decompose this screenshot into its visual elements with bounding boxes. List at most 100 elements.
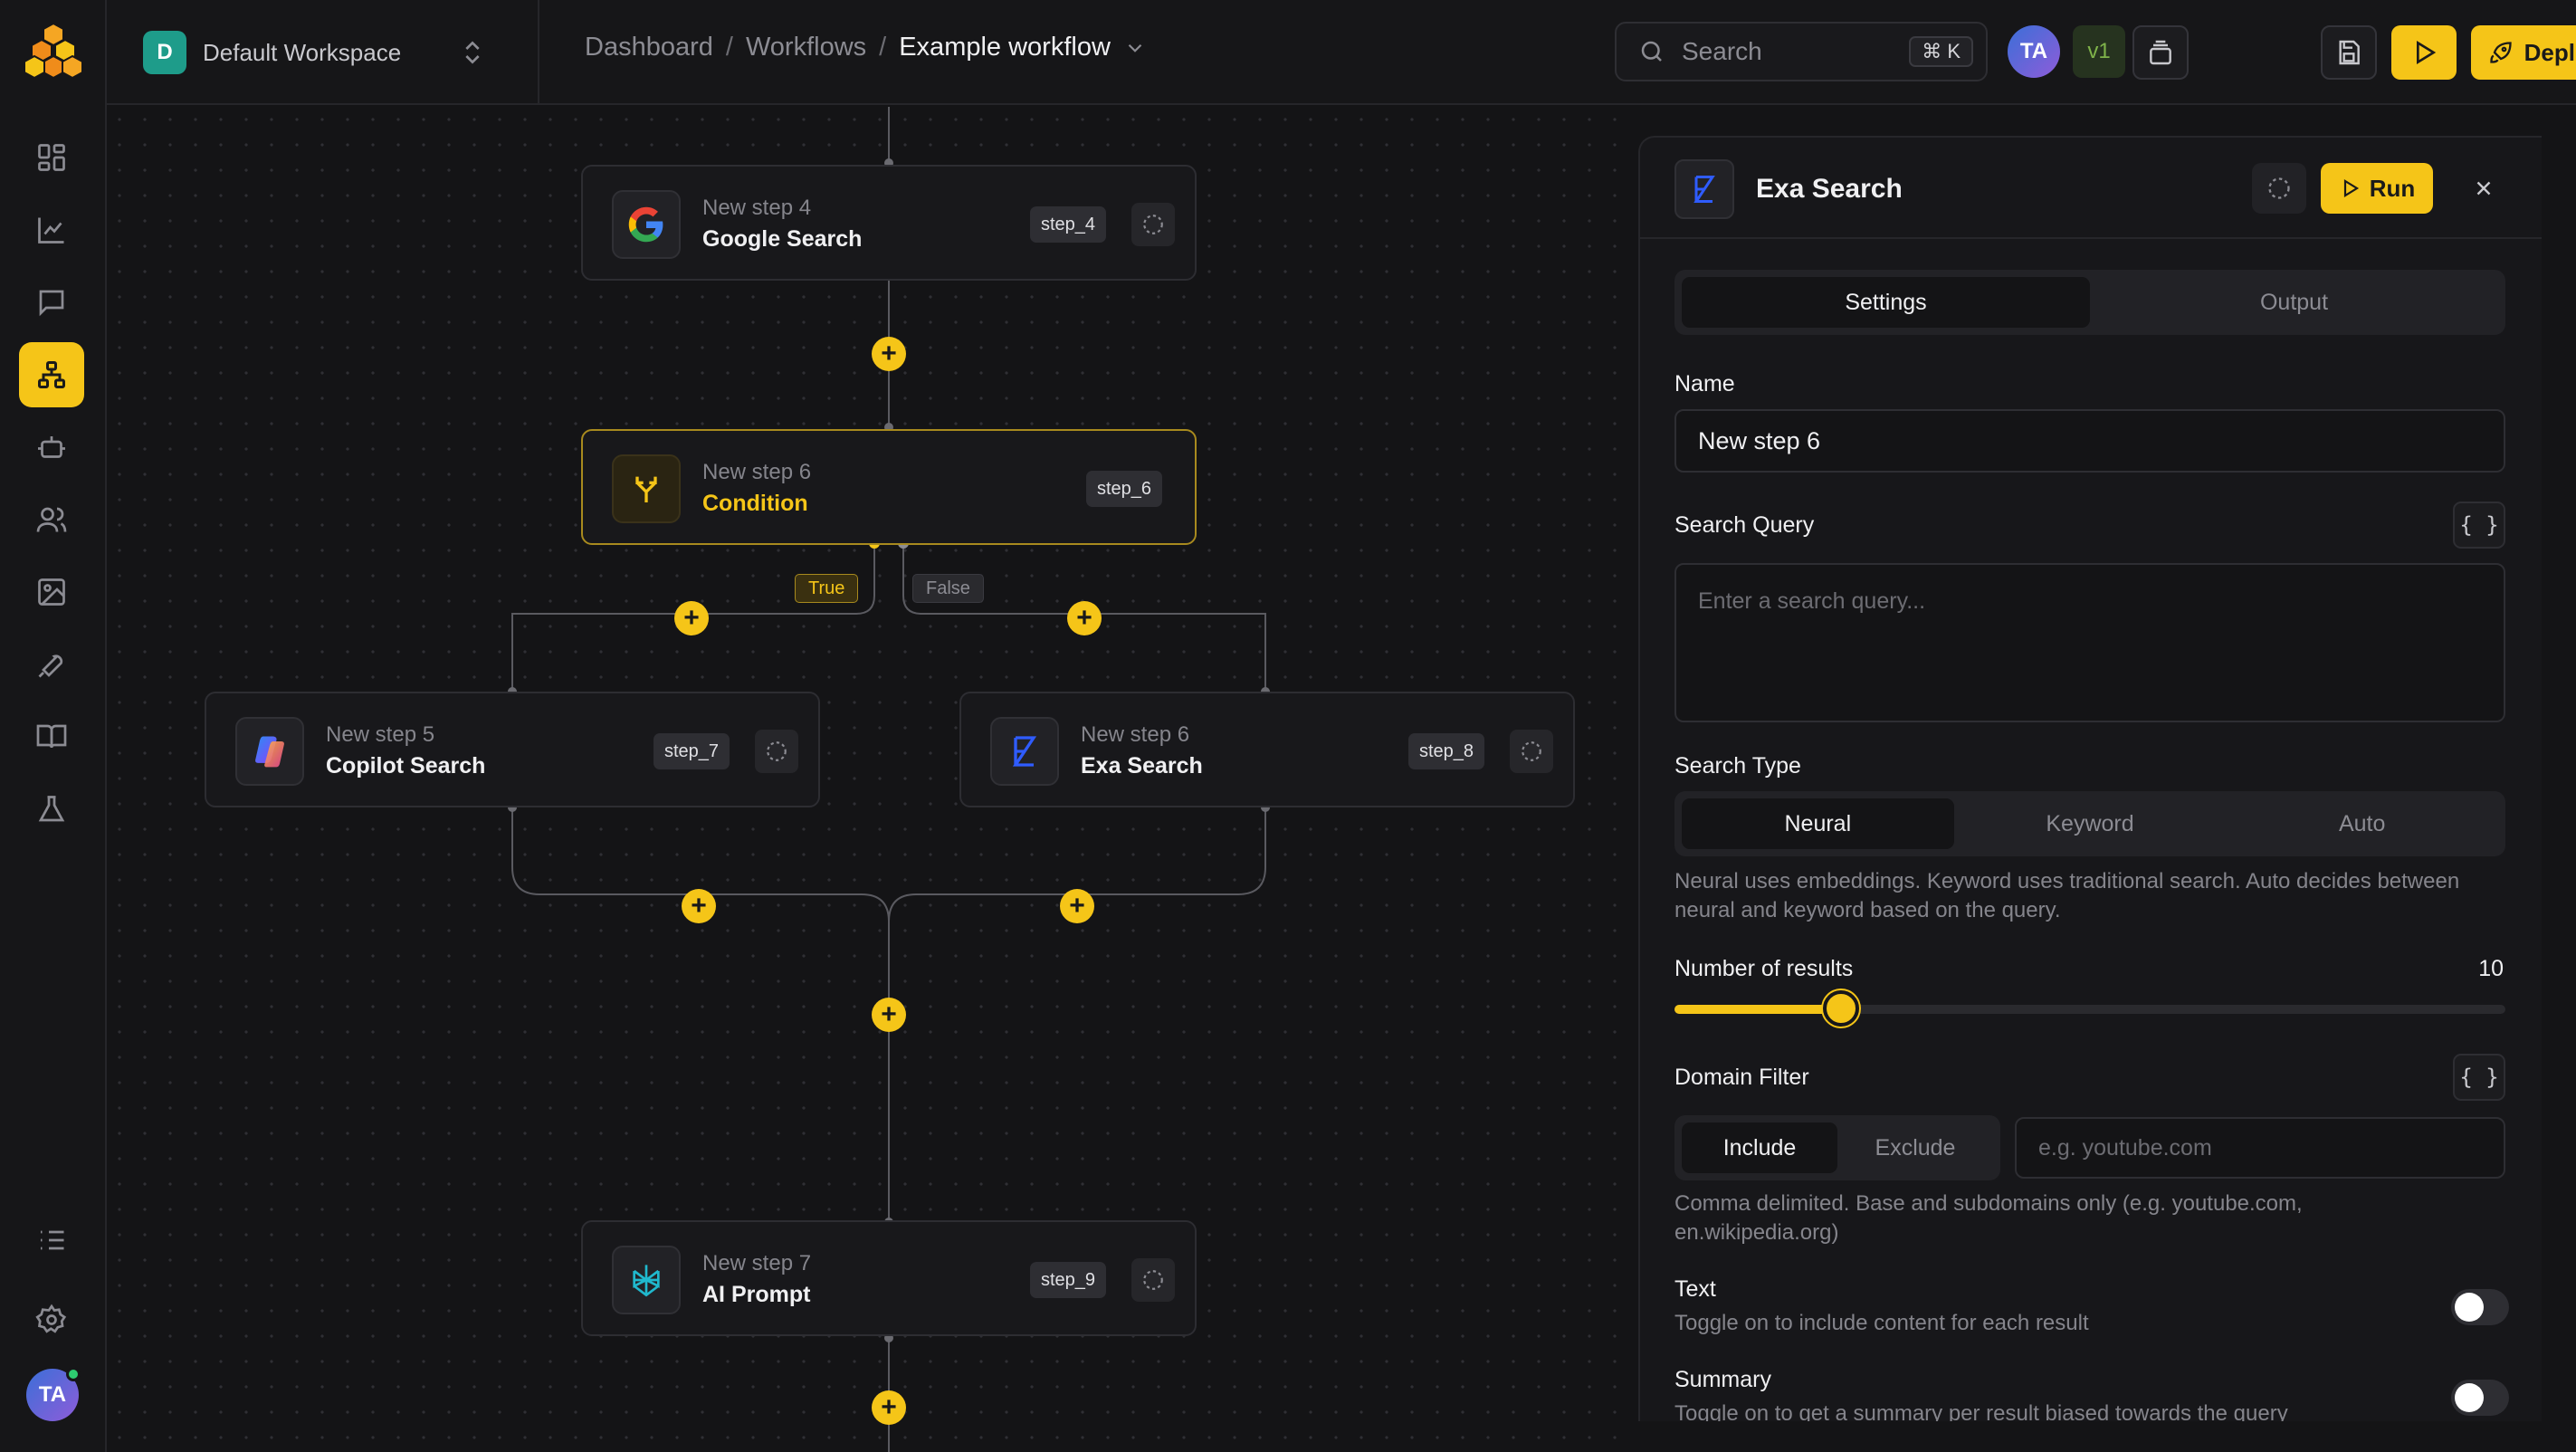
user-initials: TA	[38, 1382, 67, 1407]
online-status-dot	[66, 1367, 81, 1381]
domain-input[interactable]: e.g. youtube.com	[2015, 1117, 2505, 1179]
workflow-node-copilot-search[interactable]: New step 5 Copilot Search step_7	[205, 692, 820, 807]
sidebar-item-docs[interactable]	[19, 704, 84, 769]
play-icon	[2343, 179, 2359, 197]
sidebar-item-users[interactable]	[19, 487, 84, 552]
add-step-button[interactable]: +	[872, 1390, 906, 1425]
exa-icon	[1674, 159, 1734, 219]
panel-header: Exa Search Run	[1640, 138, 2542, 239]
sidebar-item-tools[interactable]	[19, 632, 84, 697]
sidebar-item-lab[interactable]	[19, 777, 84, 842]
node-subtitle: New step 6	[702, 460, 812, 484]
insert-variable-button[interactable]: { }	[2453, 502, 2505, 549]
summary-toggle[interactable]	[2451, 1380, 2509, 1416]
sidebar-item-chat[interactable]	[19, 270, 84, 335]
search-type-auto[interactable]: Auto	[2226, 798, 2498, 849]
step-name-input[interactable]: New step 6	[1674, 409, 2505, 473]
run-label: Run	[2369, 174, 2416, 202]
docs-icon	[36, 724, 67, 749]
add-step-button[interactable]: +	[1060, 889, 1094, 923]
workflow-node-ai-prompt[interactable]: New step 7 AI Prompt step_9	[581, 1220, 1197, 1336]
node-title: AI Prompt	[702, 1282, 811, 1307]
text-toggle[interactable]	[2451, 1289, 2509, 1325]
branch-false-label: False	[912, 574, 984, 603]
node-step-tag: step_4	[1030, 206, 1107, 243]
sidebar-item-workflows[interactable]	[19, 342, 84, 407]
add-step-button[interactable]: +	[872, 337, 906, 371]
workflow-node-google-search[interactable]: New step 4 Google Search step_4	[581, 165, 1197, 281]
node-title: Copilot Search	[326, 753, 486, 779]
domain-mode-include[interactable]: Include	[1682, 1122, 1837, 1173]
sidebar-item-dashboard[interactable]	[19, 125, 84, 190]
node-subtitle: New step 7	[702, 1251, 812, 1275]
run-workflow-button[interactable]	[2391, 25, 2457, 80]
breadcrumb-dashboard[interactable]: Dashboard	[585, 33, 713, 62]
search-type-help: Neural uses embeddings. Keyword uses tra…	[1674, 869, 2460, 922]
slider-handle[interactable]	[1823, 990, 1859, 1027]
deploy-button[interactable]: Deploy	[2471, 25, 2576, 80]
summary-toggle-label: Summary	[1674, 1367, 1771, 1392]
add-step-button[interactable]: +	[682, 889, 716, 923]
copilot-icon	[235, 717, 304, 786]
agents-icon	[38, 436, 65, 458]
exa-icon	[990, 717, 1059, 786]
collaborator-avatar[interactable]: TA	[2008, 25, 2060, 78]
breadcrumb: Dashboard / Workflows / Example workflow	[585, 33, 1147, 62]
add-step-button[interactable]: +	[1067, 601, 1102, 635]
breadcrumb-current[interactable]: Example workflow	[899, 33, 1111, 62]
branch-icon	[612, 454, 681, 523]
add-step-button[interactable]: +	[674, 601, 709, 635]
workflow-node-condition[interactable]: New step 6 Condition step_6	[581, 429, 1197, 545]
domain-filter-label: Domain Filter	[1674, 1065, 1809, 1090]
node-status-button[interactable]	[1131, 203, 1175, 246]
node-subtitle: New step 5	[326, 722, 435, 747]
loader-icon	[1143, 1270, 1163, 1290]
dashboard-icon	[38, 144, 65, 171]
workspace-switcher[interactable]: D Default Workspace	[143, 29, 523, 76]
node-title: Google Search	[702, 226, 863, 252]
perplexity-icon	[612, 1246, 681, 1314]
search-query-label: Search Query	[1674, 512, 1815, 538]
search-type-selector: Neural Keyword Auto	[1674, 791, 2505, 856]
user-avatar[interactable]: TA	[26, 1367, 81, 1421]
insert-variable-button[interactable]: { }	[2453, 1054, 2505, 1101]
workflow-node-exa-search[interactable]: New step 6 Exa Search step_8	[959, 692, 1575, 807]
domain-mode-exclude[interactable]: Exclude	[1837, 1122, 1993, 1173]
loader-icon	[2268, 177, 2290, 199]
node-title: Exa Search	[1081, 753, 1203, 779]
version-badge[interactable]: v1	[2073, 25, 2125, 78]
search-icon	[1641, 41, 1662, 62]
app-logo[interactable]	[22, 20, 85, 83]
search-type-keyword[interactable]: Keyword	[1954, 798, 2227, 849]
node-status-button[interactable]	[1131, 1258, 1175, 1302]
results-slider[interactable]	[1674, 990, 2505, 1027]
sidebar-item-images[interactable]	[19, 559, 84, 625]
node-status-button[interactable]	[755, 730, 798, 773]
chevron-down-icon[interactable]	[1123, 36, 1147, 60]
users-icon	[36, 507, 67, 532]
settings-icon	[35, 1304, 67, 1333]
search-type-label: Search Type	[1674, 753, 1801, 779]
search-input[interactable]: Search ⌘ K	[1615, 22, 1988, 81]
sidebar-item-settings[interactable]	[19, 1287, 84, 1352]
node-status-button[interactable]	[1510, 730, 1553, 773]
sidebar-item-analytics[interactable]	[19, 197, 84, 263]
sidebar-item-agents[interactable]	[19, 415, 84, 480]
close-panel-button[interactable]	[2464, 168, 2504, 208]
sidebar-item-list[interactable]	[19, 1208, 84, 1273]
status-button[interactable]	[2252, 163, 2306, 214]
save-button[interactable]	[2321, 25, 2377, 80]
lab-icon	[38, 796, 65, 822]
summary-toggle-help: Toggle on to get a summary per result bi…	[1674, 1401, 2288, 1421]
results-label: Number of results	[1674, 956, 1854, 981]
tab-output[interactable]: Output	[2090, 277, 2498, 328]
search-type-neural[interactable]: Neural	[1682, 798, 1954, 849]
add-step-button[interactable]: +	[872, 998, 906, 1032]
run-step-button[interactable]: Run	[2321, 163, 2433, 214]
workflow-canvas[interactable]: New step 4 Google Search step_4 + New st…	[107, 107, 1638, 1452]
tab-settings[interactable]: Settings	[1682, 277, 2090, 328]
search-query-textarea[interactable]: Enter a search query...	[1674, 563, 2505, 722]
history-button[interactable]	[2132, 25, 2189, 80]
breadcrumb-workflows[interactable]: Workflows	[746, 33, 866, 62]
list-icon	[41, 1230, 64, 1250]
